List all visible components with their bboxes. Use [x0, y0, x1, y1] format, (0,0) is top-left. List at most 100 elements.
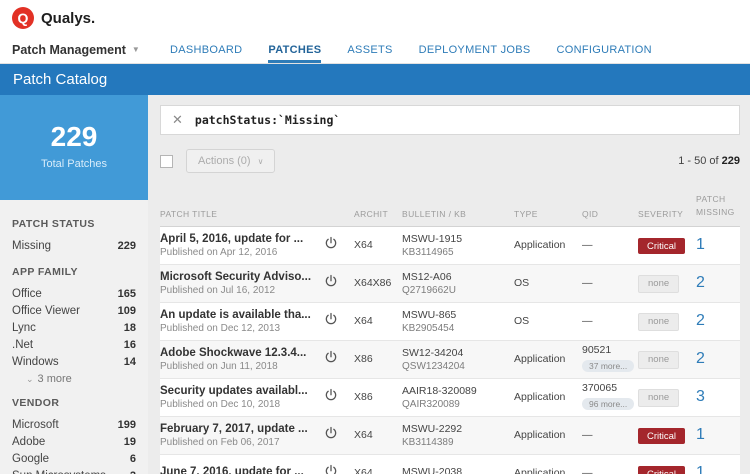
architecture: X64: [354, 429, 402, 441]
product-switcher-label: Patch Management: [12, 43, 126, 57]
page-title-bar: Patch Catalog: [0, 64, 750, 95]
pagination[interactable]: 1 - 50 of 229: [678, 155, 740, 167]
bulletin-id: MSWU-865: [402, 309, 514, 321]
qid-more-badge[interactable]: 96 more...: [582, 398, 634, 410]
filter-label: Missing: [12, 240, 51, 252]
severity-badge: none: [638, 275, 679, 293]
filter-item[interactable]: Missing 229: [12, 237, 136, 254]
filter-item[interactable]: Sun Microsystems 2: [12, 467, 136, 474]
module-nav-bar: Patch Management ▼ DASHBOARD PATCHES ASSET…: [0, 36, 750, 64]
filter-count: 16: [124, 339, 136, 351]
missing-count-link[interactable]: 1: [696, 464, 705, 474]
product-switcher[interactable]: Patch Management ▼: [12, 36, 158, 63]
filter-sidebar: 229 Total Patches PATCH STATUS Missing 2…: [0, 95, 148, 474]
filter-count: 199: [118, 419, 136, 431]
filter-count: 6: [130, 453, 136, 465]
severity-badge: Critical: [638, 238, 685, 254]
filter-count: 229: [118, 240, 136, 252]
filter-item[interactable]: Microsoft 199: [12, 416, 136, 433]
filter-item[interactable]: .Net 16: [12, 336, 136, 353]
kb-id: QSW1234204: [402, 361, 514, 372]
nav-tab[interactable]: DEPLOYMENT JOBS: [419, 36, 531, 63]
patch-title[interactable]: Microsoft Security Adviso...: [160, 271, 324, 283]
patch-type: Application: [514, 429, 582, 441]
select-all-checkbox[interactable]: [160, 155, 173, 168]
filter-item[interactable]: Office Viewer 109: [12, 302, 136, 319]
sidebar-filters: PATCH STATUS Missing 229 APP FAMILY Offi…: [0, 200, 148, 474]
clear-search-icon[interactable]: ✕: [172, 112, 183, 128]
table-body: April 5, 2016, update for ... Published …: [160, 227, 740, 474]
qid-value: —: [582, 315, 638, 327]
col-severity[interactable]: SEVERITY: [638, 209, 696, 219]
power-icon: [324, 312, 338, 326]
table-row[interactable]: Microsoft Security Adviso... Published o…: [160, 265, 740, 303]
architecture: X86: [354, 391, 402, 403]
filter-label: Office: [12, 288, 42, 300]
nav-tab[interactable]: DASHBOARD: [170, 36, 242, 63]
filter-item[interactable]: Adobe 19: [12, 433, 136, 450]
kb-id: KB3114965: [402, 247, 514, 258]
missing-count-link[interactable]: 3: [696, 388, 705, 405]
filter-item[interactable]: Office 165: [12, 285, 136, 302]
table-row[interactable]: Security updates availabl... Published o…: [160, 379, 740, 417]
patch-title[interactable]: June 7, 2016, update for ...: [160, 466, 324, 474]
col-architecture[interactable]: ARCHIT: [354, 209, 402, 219]
col-bulletin-kb[interactable]: BULLETIN / KB: [402, 209, 514, 219]
power-icon: [324, 236, 338, 250]
architecture: X64: [354, 315, 402, 327]
caret-down-icon: ▼: [132, 45, 140, 54]
qid-value: —: [582, 277, 638, 289]
col-patch-title[interactable]: PATCH TITLE: [160, 209, 324, 219]
col-qid[interactable]: QID: [582, 209, 638, 219]
qid-value: 90521: [582, 344, 638, 356]
qualys-logo-icon: Q: [12, 7, 34, 29]
filter-section-title: APP FAMILY: [12, 266, 136, 278]
architecture: X64: [354, 467, 402, 474]
power-icon: [324, 350, 338, 364]
table-row[interactable]: April 5, 2016, update for ... Published …: [160, 227, 740, 265]
patch-title[interactable]: Security updates availabl...: [160, 385, 324, 397]
search-bar[interactable]: ✕ patchStatus:`Missing`: [160, 105, 740, 135]
show-more-link[interactable]: ⌄3 more: [12, 370, 136, 385]
missing-count-link[interactable]: 2: [696, 350, 705, 367]
nav-tab[interactable]: ASSETS: [347, 36, 392, 63]
patch-title[interactable]: Adobe Shockwave 12.3.4...: [160, 347, 324, 359]
missing-count-link[interactable]: 1: [696, 236, 705, 253]
filter-item[interactable]: Windows 14: [12, 353, 136, 370]
patch-type: Application: [514, 467, 582, 474]
patch-title[interactable]: An update is available tha...: [160, 309, 324, 321]
nav-tab[interactable]: PATCHES: [268, 36, 321, 63]
qid-more-badge[interactable]: 37 more...: [582, 360, 634, 372]
filter-list: Office 165 Office Viewer 109 Lync 18 .Ne…: [12, 285, 136, 385]
table-row[interactable]: June 7, 2016, update for ... X64 MSWU-20…: [160, 455, 740, 474]
filter-list: Microsoft 199 Adobe 19 Google 6 Sun Micr…: [12, 416, 136, 474]
filter-label: Google: [12, 453, 49, 465]
filter-section: VENDOR Microsoft 199 Adobe 19 Google 6 S…: [12, 397, 136, 474]
patch-title[interactable]: April 5, 2016, update for ...: [160, 233, 324, 245]
top-brand-bar: Q Qualys.: [0, 0, 750, 36]
missing-count-link[interactable]: 2: [696, 274, 705, 291]
brand-name: Qualys.: [41, 10, 95, 27]
table-row[interactable]: An update is available tha... Published …: [160, 303, 740, 341]
actions-dropdown-button[interactable]: Actions (0) ∨: [186, 149, 275, 173]
nav-tab[interactable]: CONFIGURATION: [557, 36, 652, 63]
missing-count-link[interactable]: 1: [696, 426, 705, 443]
search-query[interactable]: patchStatus:`Missing`: [195, 113, 340, 127]
filter-label: Office Viewer: [12, 305, 80, 317]
pagination-range: 1 - 50 of: [678, 155, 721, 167]
table-row[interactable]: February 7, 2017, update ... Published o…: [160, 417, 740, 455]
filter-label: .Net: [12, 339, 33, 351]
col-type[interactable]: TYPE: [514, 209, 582, 219]
severity-badge: Critical: [638, 466, 685, 474]
filter-item[interactable]: Google 6: [12, 450, 136, 467]
filter-count: 2: [130, 470, 136, 474]
architecture: X64X86: [354, 277, 402, 289]
missing-count-link[interactable]: 2: [696, 312, 705, 329]
col-patch-missing[interactable]: PATCH MISSING: [696, 193, 740, 219]
qid-value: —: [582, 429, 638, 441]
patch-title[interactable]: February 7, 2017, update ...: [160, 423, 324, 435]
table-row[interactable]: Adobe Shockwave 12.3.4... Published on J…: [160, 341, 740, 379]
bulletin-id: MSWU-2292: [402, 423, 514, 435]
filter-count: 109: [118, 305, 136, 317]
filter-item[interactable]: Lync 18: [12, 319, 136, 336]
